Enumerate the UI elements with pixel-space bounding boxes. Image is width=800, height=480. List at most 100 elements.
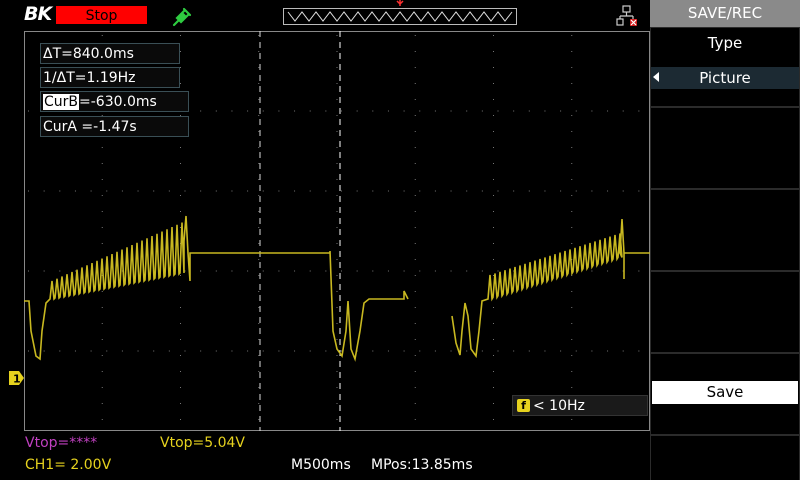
- grid-dot: [575, 190, 577, 192]
- grid-dot: [90, 190, 92, 192]
- grid-dot: [336, 291, 338, 292]
- grid-dot: [414, 99, 416, 100]
- grid-dot: [571, 195, 573, 196]
- type-value-selector[interactable]: Picture: [651, 67, 799, 89]
- grid-dot: [200, 110, 202, 112]
- grid-dot: [571, 131, 573, 132]
- grid-dot: [414, 403, 416, 404]
- grid-dot: [356, 270, 358, 272]
- grid-dot: [336, 403, 338, 404]
- grid-dot: [258, 403, 260, 404]
- grid-dot: [101, 179, 103, 180]
- grid-dot: [571, 339, 573, 340]
- grid-dot: [336, 195, 338, 196]
- grid-dot: [571, 179, 573, 180]
- menu-slot-3[interactable]: [651, 190, 799, 270]
- grid-dot: [414, 211, 416, 212]
- grid-dot: [434, 190, 436, 192]
- grid-dot: [247, 350, 249, 352]
- grid-dot: [434, 350, 436, 352]
- grid-dot: [180, 179, 181, 180]
- ch1-volts-per-div[interactable]: CH1= 2.00V: [25, 456, 111, 474]
- grid-dot: [481, 110, 483, 112]
- grid-dot: [231, 270, 233, 272]
- grid-dot: [180, 323, 181, 324]
- grid-dot: [258, 387, 260, 388]
- grid-dot: [258, 163, 260, 164]
- grid-dot: [356, 110, 358, 112]
- grid-dot: [309, 350, 311, 352]
- grid-dot: [180, 211, 181, 212]
- grid-dot: [101, 211, 103, 212]
- menu-title: SAVE/REC: [650, 0, 800, 27]
- grid-dot: [560, 190, 562, 192]
- type-label: Type: [707, 34, 743, 52]
- grid-dot: [106, 190, 108, 192]
- grid-dot: [336, 67, 338, 68]
- grid-dot: [466, 190, 468, 192]
- grid-dot: [101, 227, 103, 228]
- grid-dot: [493, 163, 494, 164]
- grid-dot: [180, 67, 181, 68]
- channel-ground-marker-icon[interactable]: 1: [9, 371, 24, 385]
- grid-dot: [262, 270, 264, 272]
- grid-dot: [419, 110, 421, 112]
- grid-dot: [180, 307, 181, 308]
- grid-dot: [341, 190, 342, 192]
- grid-dot: [414, 227, 416, 228]
- vtop-math-readout: Vtop=****: [25, 435, 98, 451]
- grid-dot: [607, 350, 609, 352]
- grid-dot: [493, 371, 494, 372]
- grid-dot: [414, 35, 416, 36]
- grid-dot: [258, 259, 260, 260]
- grid-dot: [638, 190, 640, 192]
- grid-dot: [101, 195, 103, 196]
- grid-dot: [493, 211, 494, 212]
- grid-dot: [481, 270, 483, 272]
- grid-dot: [101, 403, 103, 404]
- grid-dot: [59, 270, 61, 272]
- timebase-readout[interactable]: M500ms: [291, 456, 351, 474]
- grid-dot: [493, 275, 494, 276]
- grid-dot: [575, 350, 577, 352]
- grid-dot: [387, 110, 389, 112]
- grid-dot: [336, 275, 338, 276]
- grid-dot: [414, 275, 416, 276]
- grid-dot: [571, 323, 573, 324]
- grid-dot: [200, 270, 202, 272]
- run-state-badge[interactable]: Stop: [55, 5, 148, 25]
- menu-slot-2[interactable]: [651, 108, 799, 188]
- grid-dot: [622, 190, 624, 192]
- grid-dot: [101, 323, 103, 324]
- grid-dot: [356, 190, 358, 192]
- grid-dot: [101, 147, 103, 148]
- grid-dot: [414, 115, 416, 116]
- grid-dot: [528, 190, 530, 192]
- grid-dot: [121, 190, 123, 192]
- grid-dot: [278, 270, 280, 272]
- grid-dot: [258, 211, 260, 212]
- grid-dot: [450, 350, 452, 352]
- grid-dot: [493, 403, 494, 404]
- menu-slot-6[interactable]: [651, 436, 799, 480]
- grid-dot: [571, 355, 573, 356]
- save-button[interactable]: Save: [652, 381, 798, 404]
- grid-dot: [341, 350, 342, 352]
- grid-dot: [258, 115, 260, 116]
- grid-dot: [571, 67, 573, 68]
- grid-dot: [336, 211, 338, 212]
- grid-dot: [571, 387, 573, 388]
- grid-dot: [591, 270, 593, 272]
- grid-dot: [231, 190, 233, 192]
- grid-dot: [571, 243, 573, 244]
- brand-logo: BK: [24, 3, 52, 25]
- grid-dot: [278, 190, 280, 192]
- menu-slot-4[interactable]: [651, 272, 799, 352]
- grid-dot: [309, 190, 311, 192]
- grid-dot: [414, 355, 416, 356]
- grid-dot: [497, 270, 499, 272]
- grid-dot: [262, 350, 264, 352]
- grid-dot: [43, 190, 45, 192]
- grid-dot: [414, 323, 416, 324]
- grid-dot: [414, 291, 416, 292]
